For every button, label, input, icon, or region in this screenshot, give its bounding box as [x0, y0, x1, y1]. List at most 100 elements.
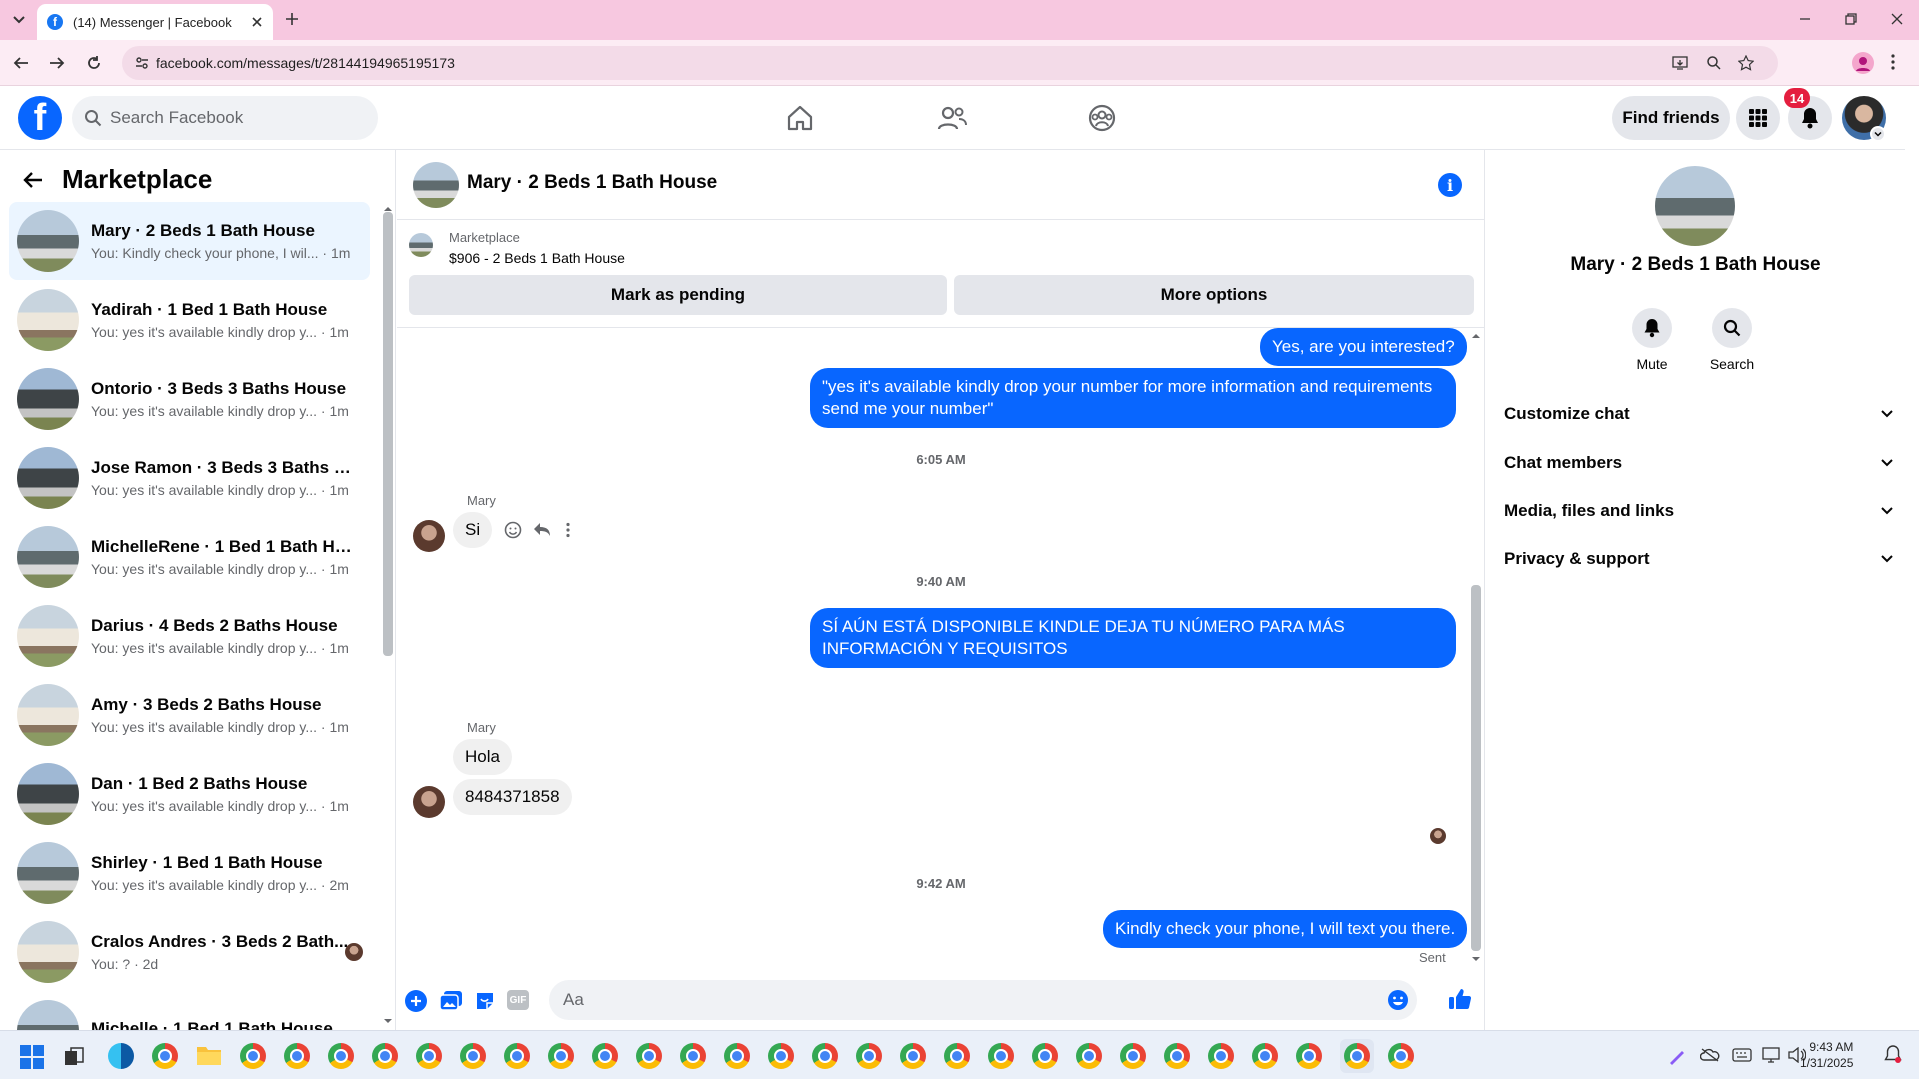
chrome-icon[interactable]	[1120, 1043, 1146, 1069]
network-icon[interactable]	[1762, 1047, 1782, 1063]
conversation-item[interactable]: Yadirah · 1 Bed 1 Bath House You: yes it'…	[9, 281, 370, 359]
chrome-icon[interactable]	[592, 1043, 618, 1069]
chrome-icon[interactable]	[328, 1043, 354, 1069]
conversation-item[interactable]: Shirley · 1 Bed 1 Bath House You: yes it'…	[9, 834, 370, 912]
back-icon[interactable]	[12, 55, 30, 71]
emoji-icon[interactable]	[1387, 989, 1409, 1011]
find-friends-button[interactable]: Find friends	[1612, 96, 1730, 140]
chrome-icon[interactable]	[944, 1043, 970, 1069]
conversation-item[interactable]: Mary · 2 Beds 1 Bath House You: Kindly ch…	[9, 202, 370, 280]
window-close-icon[interactable]	[1890, 12, 1904, 26]
pen-icon[interactable]	[1668, 1047, 1686, 1065]
chrome-icon[interactable]	[460, 1043, 486, 1069]
outgoing-message[interactable]: Kindly check your phone, I will text you…	[1103, 910, 1468, 948]
chrome-icon[interactable]	[724, 1043, 750, 1069]
file-explorer-icon[interactable]	[196, 1044, 222, 1066]
forward-icon[interactable]	[48, 55, 66, 71]
more-actions-icon[interactable]	[565, 522, 571, 538]
media-files-links-row[interactable]: Media, files and links	[1504, 491, 1894, 531]
react-emoji-icon[interactable]	[504, 521, 522, 539]
profile-photo[interactable]	[1655, 166, 1735, 246]
conversation-item[interactable]: MichelleRene · 1 Bed 1 Bath House You: ye…	[9, 518, 370, 596]
browser-menu-icon[interactable]	[1890, 53, 1896, 71]
search-input[interactable]: Search Facebook	[72, 96, 378, 140]
conversation-item[interactable]: Amy · 3 Beds 2 Baths House You: yes it's …	[9, 676, 370, 754]
outgoing-message[interactable]: SÍ AÚN ESTÁ DISPONIBLE KINDLE DEJA TU NÚ…	[810, 608, 1456, 668]
task-view-icon[interactable]	[64, 1047, 84, 1067]
chrome-icon[interactable]	[1296, 1043, 1322, 1069]
chrome-icon[interactable]	[504, 1043, 530, 1069]
chrome-icon[interactable]	[1252, 1043, 1278, 1069]
conversation-item[interactable]: Darius · 4 Beds 2 Baths House You: yes it…	[9, 597, 370, 675]
conversation-item[interactable]: Michelle · 1 Bed 1 Bath House	[9, 992, 370, 1030]
sidebar-scrollbar[interactable]	[383, 212, 393, 656]
chrome-icon[interactable]	[636, 1043, 662, 1069]
photo-icon[interactable]	[439, 990, 463, 1012]
sticker-icon[interactable]	[474, 990, 496, 1012]
like-thumb-icon[interactable]	[1448, 987, 1472, 1011]
install-app-icon[interactable]	[1672, 55, 1688, 71]
outgoing-message[interactable]: Yes, are you interested?	[1260, 328, 1467, 366]
chrome-icon[interactable]	[1032, 1043, 1058, 1069]
account-chevron-icon[interactable]	[1870, 126, 1886, 142]
onedrive-icon[interactable]	[1700, 1047, 1720, 1063]
chrome-icon[interactable]	[416, 1043, 442, 1069]
reply-icon[interactable]	[533, 522, 551, 538]
notification-center-icon[interactable]	[1884, 1045, 1902, 1065]
sender-avatar[interactable]	[413, 786, 445, 818]
plus-icon[interactable]	[405, 990, 427, 1012]
profile-avatar-icon[interactable]	[1852, 52, 1874, 74]
incoming-message[interactable]: 8484371858	[453, 779, 572, 815]
url-bar[interactable]: facebook.com/messages/t/2814419496519517…	[122, 46, 1778, 80]
chrome-icon[interactable]	[1388, 1043, 1414, 1069]
minimize-icon[interactable]	[1798, 12, 1812, 26]
edge-browser-icon[interactable]	[108, 1043, 134, 1069]
privacy-support-row[interactable]: Privacy & support	[1504, 539, 1894, 579]
customize-chat-row[interactable]: Customize chat	[1504, 394, 1894, 434]
facebook-logo[interactable]: f	[18, 96, 62, 140]
keyboard-icon[interactable]	[1732, 1048, 1752, 1062]
info-icon[interactable]: i	[1438, 173, 1462, 197]
zoom-icon[interactable]	[1706, 55, 1722, 71]
chrome-icon[interactable]	[372, 1043, 398, 1069]
search-in-chat-button[interactable]: Search	[1692, 308, 1772, 372]
conversation-item[interactable]: Dan · 1 Bed 2 Baths House You: yes it's a…	[9, 755, 370, 833]
chrome-icon[interactable]	[812, 1043, 838, 1069]
site-info-icon[interactable]	[134, 55, 150, 71]
chrome-icon-active[interactable]	[1344, 1043, 1370, 1069]
chrome-icon[interactable]	[988, 1043, 1014, 1069]
tab-search-icon[interactable]	[10, 10, 28, 28]
outgoing-message[interactable]: "yes it's available kindly drop your num…	[810, 368, 1456, 428]
message-input[interactable]: Aa	[549, 980, 1417, 1020]
new-tab-icon[interactable]	[284, 11, 300, 27]
chrome-icon[interactable]	[900, 1043, 926, 1069]
chrome-icon[interactable]	[152, 1043, 178, 1069]
incoming-message[interactable]: Hola	[453, 739, 512, 775]
chat-scrollbar[interactable]	[1471, 585, 1481, 951]
browser-tab-messenger[interactable]: f (14) Messenger | Facebook	[37, 4, 273, 40]
sender-avatar[interactable]	[413, 520, 445, 552]
chat-scroll-down-icon[interactable]	[1471, 956, 1481, 962]
chrome-icon[interactable]	[1164, 1043, 1190, 1069]
listing-thumbnail[interactable]	[409, 233, 433, 257]
mark-as-pending-button[interactable]: Mark as pending	[409, 275, 947, 315]
back-arrow-icon[interactable]	[22, 170, 44, 190]
conversation-item[interactable]: Ontorio · 3 Beds 3 Baths House You: yes i…	[9, 360, 370, 438]
conversation-item[interactable]: Jose Ramon · 3 Beds 3 Baths Ho... You: ye…	[9, 439, 370, 517]
chrome-icon[interactable]	[1208, 1043, 1234, 1069]
chrome-icon[interactable]	[284, 1043, 310, 1069]
chrome-icon[interactable]	[768, 1043, 794, 1069]
taskbar-clock[interactable]: 9:43 AM 1/31/2025	[1800, 1039, 1853, 1071]
scroll-down-icon[interactable]	[383, 1018, 393, 1024]
chrome-icon[interactable]	[856, 1043, 882, 1069]
home-icon[interactable]	[786, 104, 814, 132]
chrome-icon[interactable]	[1076, 1043, 1102, 1069]
chrome-icon[interactable]	[680, 1043, 706, 1069]
more-options-button[interactable]: More options	[954, 275, 1474, 315]
bookmark-star-icon[interactable]	[1738, 55, 1754, 71]
chat-members-row[interactable]: Chat members	[1504, 443, 1894, 483]
incoming-message[interactable]: Si	[453, 512, 493, 548]
tab-close-icon[interactable]	[251, 16, 263, 28]
restore-icon[interactable]	[1844, 12, 1858, 26]
menu-grid-button[interactable]	[1736, 96, 1780, 140]
